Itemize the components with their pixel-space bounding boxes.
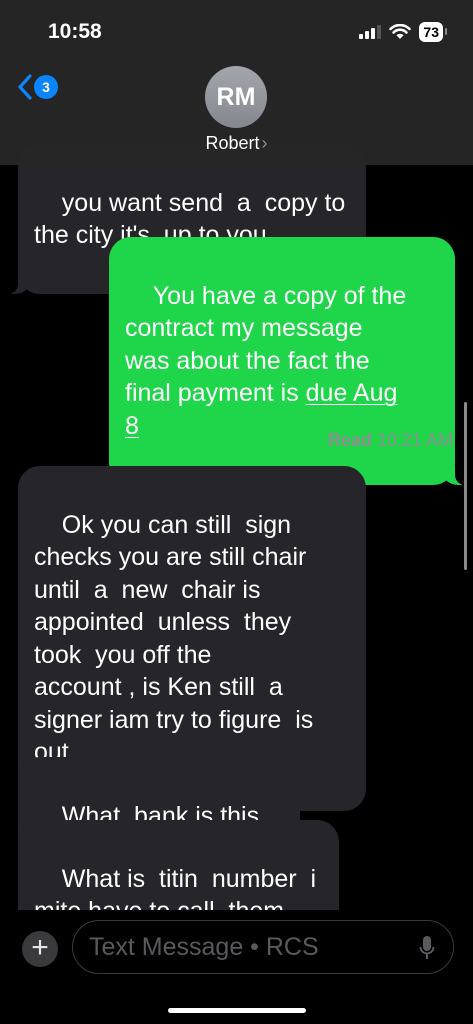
scroll-indicator[interactable] (464, 402, 467, 570)
message-input-placeholder: Text Message • RCS (89, 933, 319, 961)
contact-name-button[interactable]: Robert › (0, 133, 473, 154)
status-icons: 73 (359, 21, 447, 43)
read-receipt: Read 10:21 AM (328, 430, 453, 451)
chevron-right-icon: › (261, 133, 268, 153)
back-button[interactable]: 3 (18, 74, 58, 100)
message-text: Ok you can still sign checks you are sti… (34, 510, 314, 767)
add-attachment-button[interactable]: + (22, 931, 58, 967)
battery-indicator: 73 (419, 22, 447, 42)
home-indicator[interactable] (168, 1008, 306, 1013)
microphone-icon[interactable] (419, 935, 435, 961)
chevron-left-icon (18, 74, 32, 100)
message-input[interactable]: Text Message • RCS (72, 920, 454, 974)
status-time: 10:58 (48, 20, 102, 43)
read-label: Read (327, 430, 372, 450)
contact-name: Robert (205, 133, 260, 153)
conversation-header: 10:58 73 3 RM Robert › (0, 0, 473, 165)
read-time: 10:21 AM (376, 430, 453, 450)
contact-avatar[interactable]: RM (205, 66, 267, 128)
unread-badge: 3 (34, 75, 58, 99)
wifi-icon (389, 24, 412, 39)
cellular-signal-icon (359, 25, 382, 39)
